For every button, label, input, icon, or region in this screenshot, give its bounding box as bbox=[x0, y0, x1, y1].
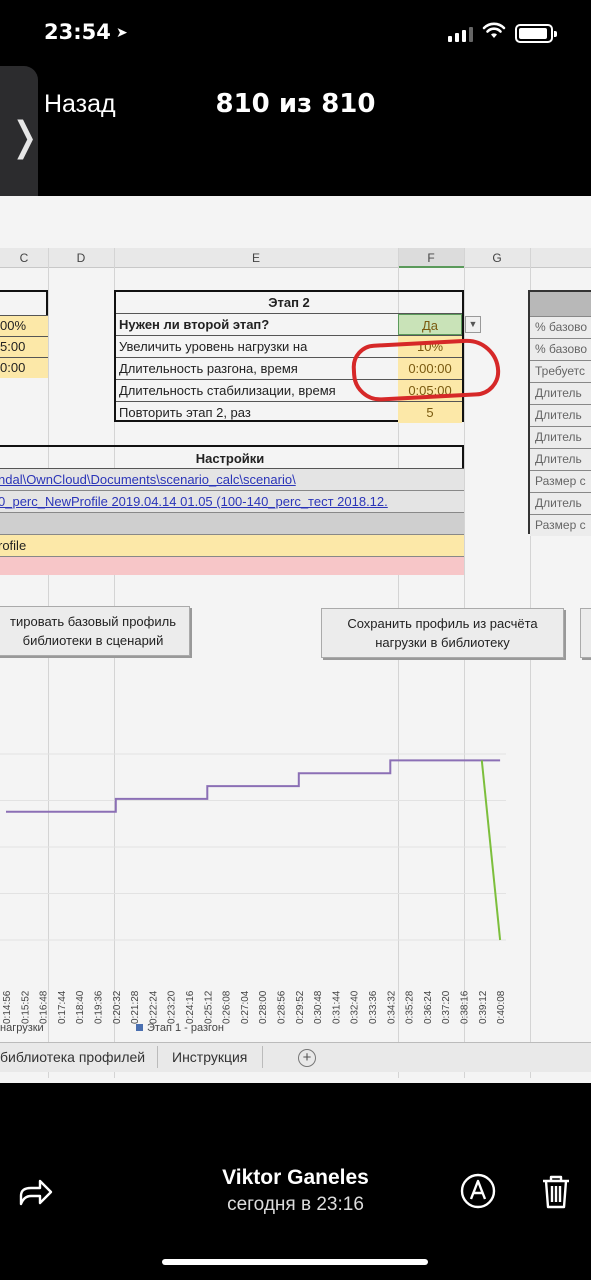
x-tick-label: 0:35:28 bbox=[405, 990, 416, 1024]
row-label: Нужен ли второй этап? bbox=[119, 317, 270, 332]
x-tick-label: 0:15:52 bbox=[20, 990, 31, 1024]
settings-pink-row bbox=[0, 557, 464, 575]
x-tick-label: 0:28:00 bbox=[258, 990, 269, 1024]
x-tick-label: 0:34:32 bbox=[386, 990, 397, 1024]
table-row: Повторить этап 2, раз 5 bbox=[116, 401, 462, 423]
add-sheet-icon[interactable]: + bbox=[298, 1049, 316, 1067]
x-tick-label: 0:14:56 bbox=[2, 990, 13, 1024]
tab-divider bbox=[262, 1046, 263, 1068]
cell-value[interactable]: 5:00 bbox=[0, 336, 48, 357]
x-tick-label: 0:40:08 bbox=[496, 990, 507, 1024]
x-tick-label: 0:39:12 bbox=[478, 990, 489, 1024]
x-tick-label: 0:19:36 bbox=[94, 990, 105, 1024]
stage2-needed-select[interactable]: Да bbox=[398, 314, 462, 335]
x-tick-label: 0:16:48 bbox=[39, 990, 50, 1024]
right-row: Требуетс bbox=[530, 360, 591, 382]
settings-empty-row bbox=[0, 513, 464, 535]
x-tick-label: 0:30:48 bbox=[313, 990, 324, 1024]
chart-series-line bbox=[6, 759, 501, 813]
tab-divider bbox=[157, 1046, 158, 1068]
right-row: % базово bbox=[530, 316, 591, 338]
right-row: Длитель bbox=[530, 426, 591, 448]
column-header: E bbox=[251, 251, 260, 265]
x-tick-label: 0:23:20 bbox=[167, 990, 178, 1024]
x-tick-label: 0:36:24 bbox=[423, 990, 434, 1024]
wifi-icon bbox=[482, 22, 506, 38]
column-header: G bbox=[492, 251, 502, 265]
signal-icon bbox=[448, 26, 473, 42]
column-header-selected: F bbox=[398, 248, 464, 268]
row-label: Повторить этап 2, раз bbox=[119, 405, 251, 420]
chevron-right-icon: ❭ bbox=[8, 114, 42, 160]
x-tick-label: 0:17:44 bbox=[57, 990, 68, 1024]
legend-item: нагрузки bbox=[0, 1022, 44, 1034]
cell-value[interactable]: 00% bbox=[0, 315, 48, 336]
x-tick-label: 0:28:56 bbox=[277, 990, 288, 1024]
row-label: Увеличить уровень нагрузки на bbox=[119, 339, 308, 354]
right-row: Длитель bbox=[530, 404, 591, 426]
status-time: 23:54 bbox=[44, 20, 111, 44]
x-tick-label: 0:21:28 bbox=[130, 990, 141, 1024]
photo-date: сегодня в 23:16 bbox=[227, 1194, 364, 1215]
trash-icon[interactable] bbox=[540, 1174, 572, 1210]
x-tick-label: 0:20:32 bbox=[112, 990, 123, 1024]
settings-title: Настройки bbox=[0, 447, 464, 469]
settings-table: Настройки ndal\OwnCloud\Documents\scenar… bbox=[0, 445, 464, 575]
third-button[interactable] bbox=[580, 608, 591, 658]
right-row: Длитель bbox=[530, 448, 591, 470]
column-header: C bbox=[19, 251, 29, 265]
x-tick-label: 0:27:04 bbox=[240, 990, 251, 1024]
save-profile-button[interactable]: Сохранить профиль из расчёта нагрузки в … bbox=[321, 608, 564, 658]
x-tick-label: 0:26:08 bbox=[222, 990, 233, 1024]
right-row: Длитель bbox=[530, 382, 591, 404]
dropdown-arrow-icon[interactable]: ▼ bbox=[465, 316, 481, 333]
left-values-box: 00% 5:00 0:00 bbox=[0, 290, 48, 378]
right-row: Размер с bbox=[530, 470, 591, 492]
x-tick-label: 0:37:20 bbox=[441, 990, 452, 1024]
right-row: Размер с bbox=[530, 514, 591, 536]
x-tick-label: 0:18:40 bbox=[75, 990, 86, 1024]
legend-swatch-icon bbox=[136, 1024, 143, 1031]
author-name: Viktor Ganeles bbox=[222, 1166, 369, 1189]
row-label: Длительность разгона, время bbox=[119, 361, 298, 376]
status-bar: 23:54 ➤ bbox=[0, 0, 591, 66]
settings-path-link[interactable]: ndal\OwnCloud\Documents\scenario_calc\sc… bbox=[0, 469, 464, 491]
import-profile-button[interactable]: тировать базовый профиль библиотеки в сц… bbox=[0, 606, 190, 656]
x-tick-label: 0:24:16 bbox=[185, 990, 196, 1024]
right-params-box: % базово % базово Требуетс Длитель Длите… bbox=[528, 290, 591, 536]
right-box-header bbox=[530, 292, 591, 316]
location-icon: ➤ bbox=[116, 24, 128, 40]
x-tick-label: 0:31:44 bbox=[331, 990, 342, 1024]
settings-profile-name[interactable]: rofile bbox=[0, 535, 464, 557]
x-tick-label: 0:22:24 bbox=[148, 990, 159, 1024]
x-tick-label: 0:32:40 bbox=[350, 990, 361, 1024]
table-row: Нужен ли второй этап? Да bbox=[116, 313, 462, 335]
row-label: Длительность стабилизации, время bbox=[119, 383, 336, 398]
settings-profile-file[interactable]: 0_perc_NewProfile 2019.04.14 01.05 (100-… bbox=[0, 491, 464, 513]
photo-viewer[interactable]: C D E F G 00% 5:00 0:00 Этап 2 Нужен ли … bbox=[0, 196, 591, 1083]
row-value[interactable]: 5 bbox=[398, 402, 462, 423]
column-header: D bbox=[76, 251, 86, 265]
battery-icon bbox=[515, 24, 557, 43]
photo-counter: 810 из 810 bbox=[215, 89, 376, 119]
x-tick-label: 0:33:36 bbox=[368, 990, 379, 1024]
tab-instructions[interactable]: Инструкция bbox=[172, 1049, 247, 1065]
red-annotation-circle bbox=[350, 337, 502, 403]
tab-library[interactable]: библиотека профилей bbox=[0, 1049, 145, 1065]
markup-icon[interactable] bbox=[459, 1172, 497, 1210]
home-indicator bbox=[162, 1259, 428, 1265]
right-row: % базово bbox=[530, 338, 591, 360]
x-tick-label: 0:29:52 bbox=[295, 990, 306, 1024]
chart-series-line bbox=[480, 760, 502, 941]
stage2-title: Этап 2 bbox=[268, 295, 310, 310]
legend-label: Этап 1 - разгон bbox=[147, 1022, 224, 1034]
legend-item: Этап 1 - разгон bbox=[136, 1022, 224, 1034]
load-chart: 0:14:56 0:15:52 0:16:48 0:17:44 0:18:40 0:19:… bbox=[0, 753, 507, 1024]
cell-value[interactable]: 0:00 bbox=[0, 357, 48, 378]
x-tick-label: 0:25:12 bbox=[203, 990, 214, 1024]
column-header-row: C D E F G bbox=[0, 248, 591, 268]
right-row: Длитель bbox=[530, 492, 591, 514]
sheet-tabs: библиотека профилей Инструкция + bbox=[0, 1042, 591, 1072]
x-tick-label: 0:38:16 bbox=[460, 990, 471, 1024]
